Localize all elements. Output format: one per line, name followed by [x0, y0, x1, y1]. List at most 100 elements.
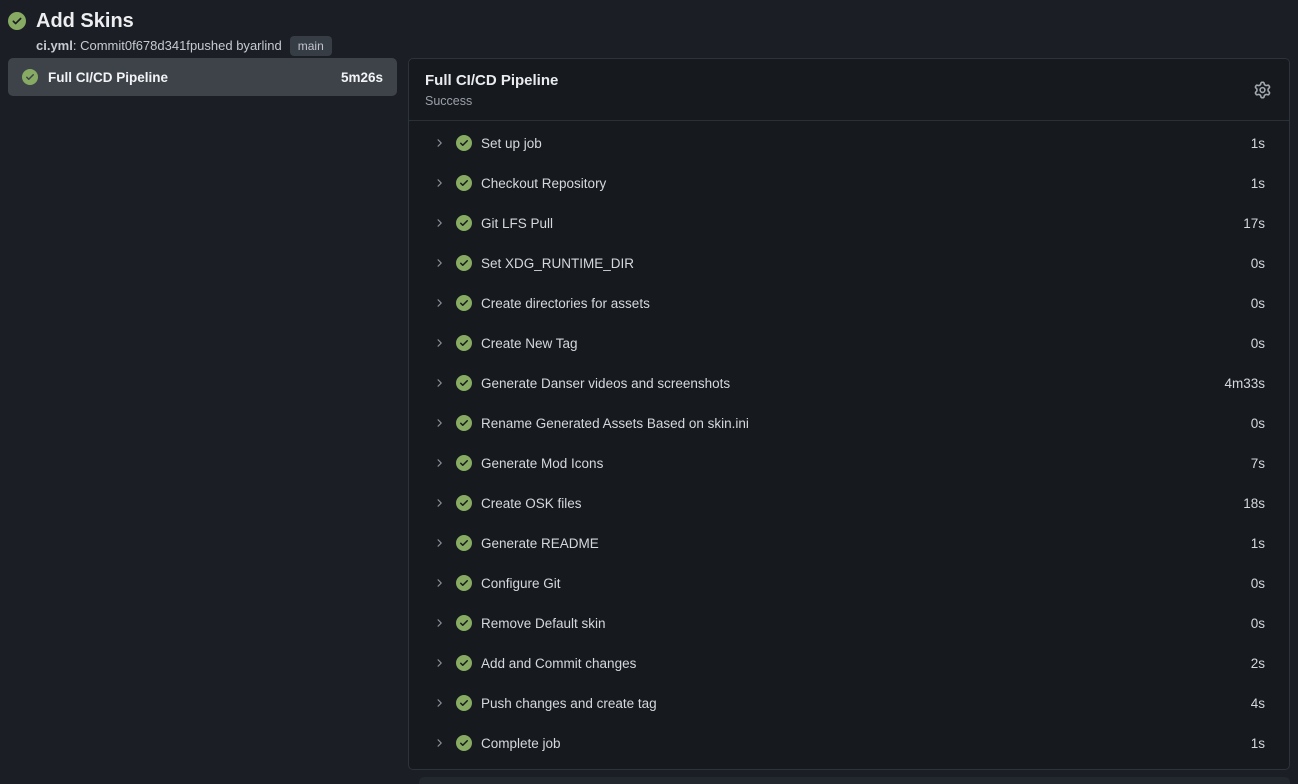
step-name: Checkout Repository [481, 176, 606, 191]
step-row[interactable]: Remove Default skin 0s [409, 603, 1289, 643]
branch-badge[interactable]: main [290, 36, 332, 56]
check-circle-icon [456, 495, 472, 511]
job-name: Full CI/CD Pipeline [48, 70, 168, 85]
step-row[interactable]: Generate Mod Icons 7s [409, 443, 1289, 483]
jobs-sidebar: Full CI/CD Pipeline 5m26s [8, 58, 397, 96]
step-duration: 18s [1243, 496, 1265, 511]
chevron-right-icon [433, 497, 445, 509]
check-circle-icon [456, 695, 472, 711]
job-panel-title: Full CI/CD Pipeline [425, 71, 1273, 91]
step-row[interactable]: Set up job 1s [409, 123, 1289, 163]
step-duration: 0s [1251, 576, 1265, 591]
pushed-by-text: pushed by [190, 37, 250, 55]
step-row[interactable]: Rename Generated Assets Based on skin.in… [409, 403, 1289, 443]
step-list: Set up job 1s Checkout Repository 1s [409, 121, 1289, 769]
check-circle-icon [22, 69, 38, 85]
chevron-right-icon [433, 377, 445, 389]
step-duration: 1s [1251, 176, 1265, 191]
step-name: Create New Tag [481, 336, 578, 351]
chevron-right-icon [433, 337, 445, 349]
chevron-right-icon [433, 617, 445, 629]
chevron-right-icon [433, 737, 445, 749]
step-row[interactable]: Set XDG_RUNTIME_DIR 0s [409, 243, 1289, 283]
check-circle-icon [456, 295, 472, 311]
check-circle-icon [456, 415, 472, 431]
step-name: Set XDG_RUNTIME_DIR [481, 256, 634, 271]
step-duration: 1s [1251, 736, 1265, 751]
step-duration: 0s [1251, 296, 1265, 311]
step-name: Generate Mod Icons [481, 456, 603, 471]
step-name: Set up job [481, 136, 542, 151]
step-duration: 1s [1251, 136, 1265, 151]
step-duration: 1s [1251, 536, 1265, 551]
step-row[interactable]: Add and Commit changes 2s [409, 643, 1289, 683]
workflow-file-name: ci.yml [36, 37, 73, 55]
chevron-right-icon [433, 137, 445, 149]
chevron-right-icon [433, 417, 445, 429]
step-name: Push changes and create tag [481, 696, 657, 711]
chevron-right-icon [433, 537, 445, 549]
chevron-right-icon [433, 257, 445, 269]
chevron-right-icon [433, 457, 445, 469]
run-subtitle: ci.yml: Commit 0f678d341f pushed by arli… [36, 36, 1282, 56]
step-row[interactable]: Generate README 1s [409, 523, 1289, 563]
author-link[interactable]: arlind [250, 37, 282, 55]
step-row[interactable]: Git LFS Pull 17s [409, 203, 1289, 243]
step-row[interactable]: Push changes and create tag 4s [409, 683, 1289, 723]
step-name: Configure Git [481, 576, 561, 591]
step-name: Add and Commit changes [481, 656, 636, 671]
check-circle-icon [8, 12, 26, 30]
check-circle-icon [456, 335, 472, 351]
step-row[interactable]: Create New Tag 0s [409, 323, 1289, 363]
gear-icon[interactable] [1252, 79, 1273, 100]
commit-sha-link[interactable]: 0f678d341f [125, 37, 190, 55]
check-circle-icon [456, 215, 472, 231]
check-circle-icon [456, 175, 472, 191]
chevron-right-icon [433, 217, 445, 229]
step-name: Complete job [481, 736, 561, 751]
step-row[interactable]: Configure Git 0s [409, 563, 1289, 603]
check-circle-icon [456, 575, 472, 591]
chevron-right-icon [433, 657, 445, 669]
step-name: Git LFS Pull [481, 216, 553, 231]
step-duration: 0s [1251, 336, 1265, 351]
check-circle-icon [456, 735, 472, 751]
run-content: Full CI/CD Pipeline 5m26s Full CI/CD Pip… [0, 58, 1298, 770]
step-row[interactable]: Complete job 1s [409, 723, 1289, 763]
check-circle-icon [456, 135, 472, 151]
run-header: Add Skins ci.yml: Commit 0f678d341f push… [0, 0, 1298, 58]
job-status-text: Success [425, 93, 1273, 109]
step-row[interactable]: Generate Danser videos and screenshots 4… [409, 363, 1289, 403]
step-name: Create OSK files [481, 496, 582, 511]
check-circle-icon [456, 255, 472, 271]
check-circle-icon [456, 455, 472, 471]
chevron-right-icon [433, 697, 445, 709]
step-duration: 2s [1251, 656, 1265, 671]
step-row[interactable]: Create directories for assets 0s [409, 283, 1289, 323]
chevron-right-icon [433, 577, 445, 589]
check-circle-icon [456, 655, 472, 671]
step-name: Remove Default skin [481, 616, 606, 631]
check-circle-icon [456, 535, 472, 551]
job-duration: 5m26s [341, 70, 383, 85]
run-title: Add Skins [36, 8, 134, 34]
step-name: Create directories for assets [481, 296, 650, 311]
job-panel: Full CI/CD Pipeline Success Set up job 1… [408, 58, 1290, 770]
step-duration: 0s [1251, 416, 1265, 431]
step-row[interactable]: Checkout Repository 1s [409, 163, 1289, 203]
commit-prefix-text: : Commit [73, 37, 125, 55]
step-duration: 0s [1251, 616, 1265, 631]
check-circle-icon [456, 615, 472, 631]
step-name: Generate Danser videos and screenshots [481, 376, 730, 391]
step-duration: 17s [1243, 216, 1265, 231]
chevron-right-icon [433, 177, 445, 189]
step-name: Rename Generated Assets Based on skin.in… [481, 416, 749, 431]
step-duration: 4s [1251, 696, 1265, 711]
chevron-right-icon [433, 297, 445, 309]
cutoff-footer-bar [419, 777, 1290, 784]
job-panel-header: Full CI/CD Pipeline Success [409, 59, 1289, 121]
step-duration: 4m33s [1224, 376, 1265, 391]
step-duration: 7s [1251, 456, 1265, 471]
step-row[interactable]: Create OSK files 18s [409, 483, 1289, 523]
sidebar-job-item[interactable]: Full CI/CD Pipeline 5m26s [8, 58, 397, 96]
